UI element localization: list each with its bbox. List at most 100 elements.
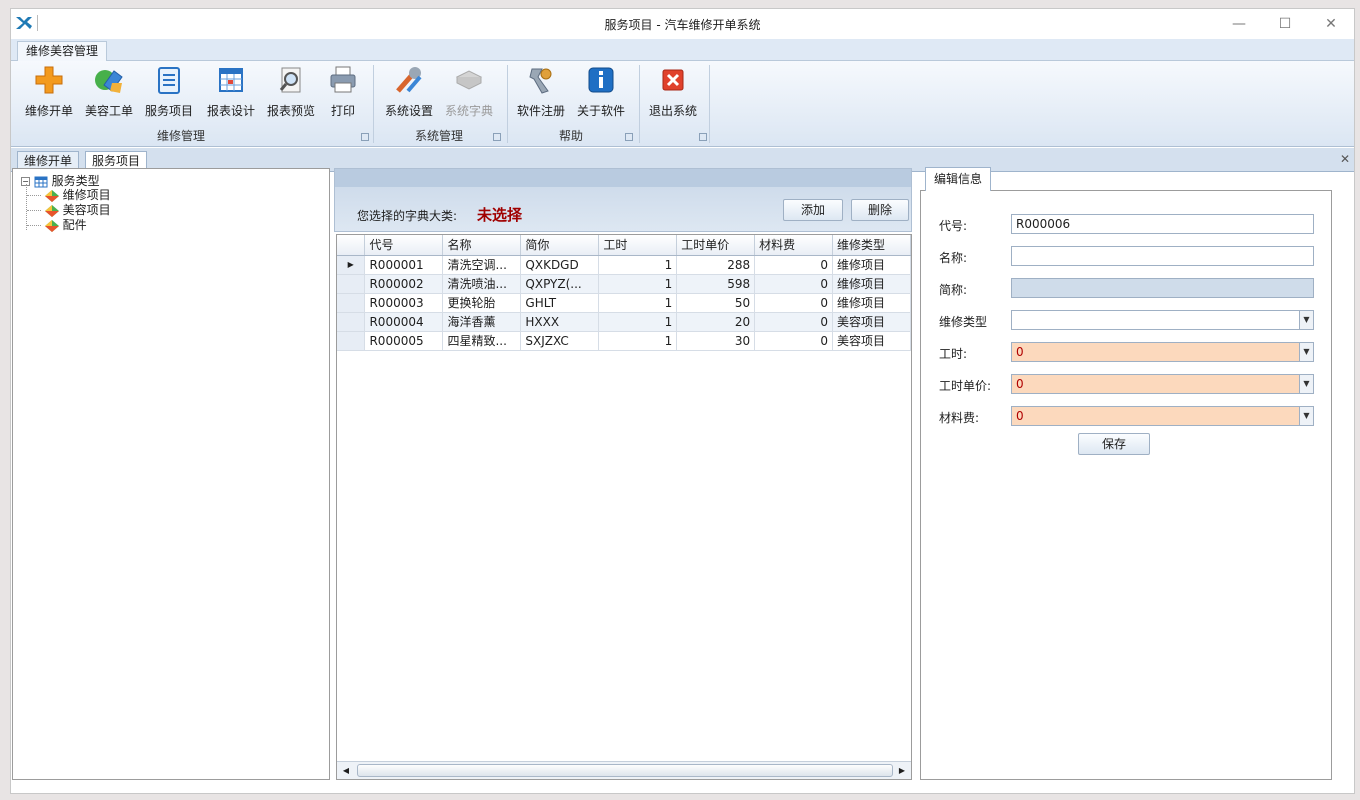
table-cell[interactable]: 20 [676, 312, 756, 332]
window-title: 服务项目 - 汽车维修开单系统 [604, 18, 761, 32]
service-items-button[interactable]: 服务项目 [141, 65, 197, 123]
about-software-button[interactable]: 关于软件 [573, 65, 629, 123]
table-row[interactable]: R000004 海洋香薰 HXXX 1 20 0 美容项目 [337, 312, 911, 332]
table-row[interactable]: ▶ R000001 清洗空调... QXKDGD 1 288 0 维修项目 [337, 255, 911, 275]
tools-icon [396, 67, 422, 93]
ribbon-separator [639, 65, 640, 143]
group-launcher-exit[interactable] [699, 133, 707, 141]
close-button[interactable]: ✕ [1308, 9, 1354, 39]
table-cell[interactable]: 美容项目 [832, 331, 911, 351]
table-cell[interactable]: 清洗喷油... [442, 274, 522, 294]
software-register-button[interactable]: 软件注册 [513, 65, 569, 123]
table-cell[interactable]: 1 [598, 274, 678, 294]
table-cell[interactable]: 0 [754, 312, 833, 332]
table-row[interactable]: R000003 更换轮胎 GHLT 1 50 0 维修项目 [337, 293, 911, 313]
table-cell[interactable]: 海洋香薰 [442, 312, 522, 332]
table-cell[interactable]: R000005 [364, 331, 444, 351]
add-button[interactable]: 添加 [783, 199, 843, 221]
table-cell[interactable]: R000002 [364, 274, 444, 294]
tree-item-parts[interactable]: 配件 [27, 216, 87, 233]
system-settings-button[interactable]: 系统设置 [381, 65, 437, 123]
table-cell[interactable]: 美容项目 [832, 312, 911, 332]
minimize-button[interactable]: — [1216, 9, 1262, 39]
hour-price-input[interactable]: 0 ▼ [1011, 374, 1314, 394]
exit-system-button[interactable]: 退出系统 [645, 65, 701, 123]
table-cell[interactable]: HXXX [520, 312, 600, 332]
chevron-down-icon[interactable]: ▼ [1299, 343, 1313, 361]
group-launcher-maintenance[interactable] [361, 133, 369, 141]
chevron-down-icon[interactable]: ▼ [1299, 407, 1313, 425]
delete-button[interactable]: 删除 [851, 199, 909, 221]
row-header[interactable] [337, 331, 366, 351]
group-launcher-help[interactable] [625, 133, 633, 141]
table-row[interactable]: R000005 四星精致... SXJZXC 1 30 0 美容项目 [337, 331, 911, 351]
table-cell[interactable]: R000001 [364, 255, 444, 275]
report-preview-button[interactable]: 报表预览 [263, 65, 319, 123]
table-cell[interactable]: R000003 [364, 293, 444, 313]
table-cell[interactable]: QXKDGD [520, 255, 600, 275]
printer-icon [330, 66, 356, 93]
table-cell[interactable]: 30 [676, 331, 756, 351]
dictionary-header: 您选择的字典大类: 未选择 添加 删除 [334, 168, 912, 232]
table-cell[interactable]: 50 [676, 293, 756, 313]
table-cell[interactable]: R000004 [364, 312, 444, 332]
group-launcher-system[interactable] [493, 133, 501, 141]
table-cell[interactable]: 清洗空调... [442, 255, 522, 275]
repair-type-select[interactable]: ▼ [1011, 310, 1314, 330]
column-header[interactable]: 简你 [520, 235, 600, 256]
table-cell[interactable]: 1 [598, 312, 678, 332]
column-header[interactable]: 名称 [442, 235, 522, 256]
table-cell[interactable]: QXPYZ(... [520, 274, 600, 294]
close-tab-icon[interactable]: ✕ [1340, 152, 1350, 166]
column-header[interactable]: 工时 [598, 235, 678, 256]
row-header[interactable] [337, 293, 366, 313]
column-header[interactable]: 代号 [364, 235, 444, 256]
new-repair-order-button[interactable]: 维修开单 [21, 65, 77, 123]
table-cell[interactable]: 维修项目 [832, 293, 911, 313]
print-button[interactable]: 打印 [325, 65, 361, 123]
table-cell[interactable]: 1 [598, 255, 678, 275]
scroll-thumb[interactable] [357, 764, 893, 777]
maximize-button[interactable]: ☐ [1262, 9, 1308, 39]
table-cell[interactable]: 0 [754, 255, 833, 275]
table-cell[interactable]: 更换轮胎 [442, 293, 522, 313]
system-dictionary-button[interactable]: 系统字典 [441, 65, 497, 123]
table-cell[interactable]: 598 [676, 274, 756, 294]
row-header[interactable] [337, 274, 366, 294]
horizontal-scrollbar[interactable]: ◀ ▶ [337, 761, 911, 779]
table-cell[interactable]: 0 [754, 274, 833, 294]
current-row-indicator-icon[interactable]: ▶ [337, 255, 366, 275]
table-cell[interactable]: 0 [754, 331, 833, 351]
row-header[interactable] [337, 312, 366, 332]
table-cell[interactable]: 维修项目 [832, 274, 911, 294]
ribbon-separator [709, 65, 710, 143]
hours-input[interactable]: 0 ▼ [1011, 342, 1314, 362]
beauty-order-button[interactable]: 美容工单 [81, 65, 137, 123]
table-cell[interactable]: 0 [754, 293, 833, 313]
chevron-down-icon[interactable]: ▼ [1299, 375, 1313, 393]
ribbon-separator [373, 65, 374, 143]
ribbon-tab-maintenance[interactable]: 维修美容管理 [17, 41, 108, 62]
name-input[interactable] [1011, 246, 1314, 266]
save-button[interactable]: 保存 [1078, 433, 1150, 455]
selected-category-value: 未选择 [477, 206, 523, 224]
report-design-button[interactable]: 报表设计 [203, 65, 259, 123]
material-fee-input[interactable]: 0 ▼ [1011, 406, 1314, 426]
column-header[interactable]: 材料费 [754, 235, 833, 256]
scroll-right-icon[interactable]: ▶ [895, 764, 909, 777]
table-cell[interactable]: 1 [598, 293, 678, 313]
table-cell[interactable]: 1 [598, 331, 678, 351]
scroll-left-icon[interactable]: ◀ [339, 764, 353, 777]
tab-edit-info[interactable]: 编辑信息 [925, 167, 992, 191]
table-cell[interactable]: SXJZXC [520, 331, 600, 351]
table-cell[interactable]: 四星精致... [442, 331, 522, 351]
column-header[interactable]: 维修类型 [832, 235, 911, 256]
table-cell[interactable]: 维修项目 [832, 255, 911, 275]
table-row[interactable]: R000002 清洗喷油... QXPYZ(... 1 598 0 维修项目 [337, 274, 911, 294]
chevron-down-icon[interactable]: ▼ [1299, 311, 1313, 329]
diamond-icon [44, 204, 59, 217]
table-cell[interactable]: 288 [676, 255, 756, 275]
column-header[interactable]: 工时单价 [676, 235, 756, 256]
code-input[interactable]: R000006 [1011, 214, 1314, 234]
table-cell[interactable]: GHLT [520, 293, 600, 313]
